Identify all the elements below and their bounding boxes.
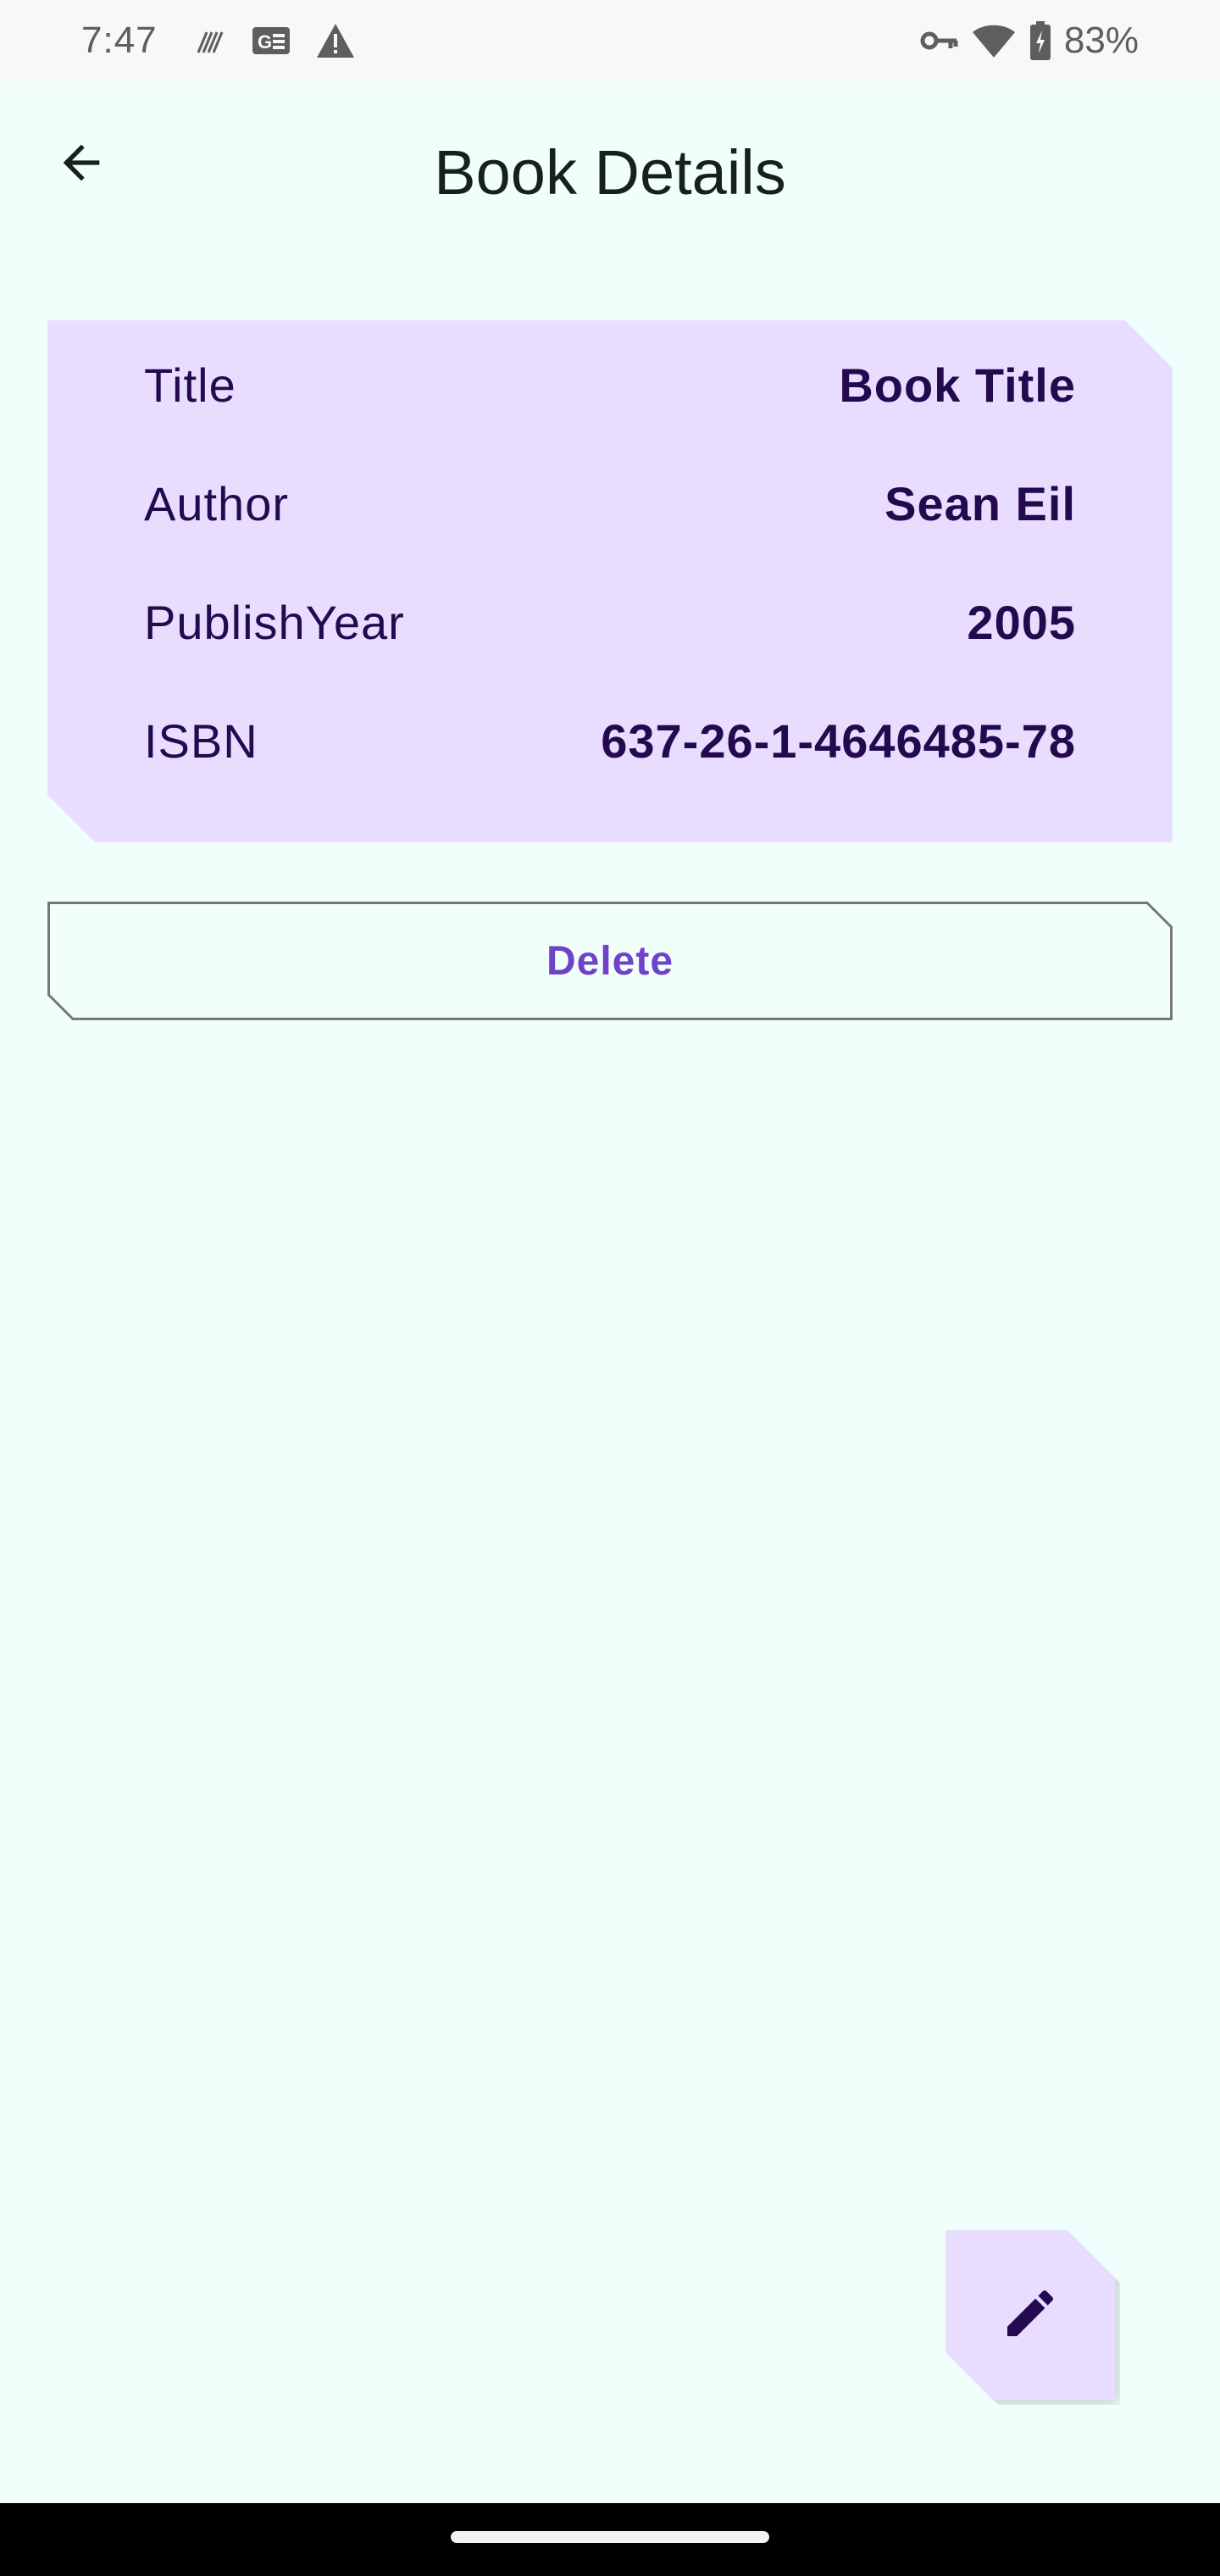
delete-button-label: Delete (546, 938, 674, 984)
publish-year-value: 2005 (967, 595, 1076, 649)
vpn-key-icon (920, 28, 959, 53)
svg-text:G: G (258, 31, 272, 53)
author-value: Sean Eil (884, 476, 1076, 530)
signal-stripes-icon (193, 24, 227, 58)
battery-percent: 83% (1063, 19, 1139, 61)
home-indicator[interactable] (451, 2531, 769, 2543)
delete-button[interactable]: Delete (47, 902, 1173, 1020)
detail-row-isbn: ISBN 637-26-1-4646485-78 (144, 707, 1076, 774)
edit-pencil-icon (1000, 2283, 1061, 2348)
warning-icon (315, 22, 356, 59)
title-label: Title (144, 358, 236, 412)
page-title: Book Details (434, 137, 786, 208)
status-right-icons: 83% (920, 15, 1139, 66)
ge-news-icon: G (251, 24, 291, 58)
book-details-card: Title Book Title Author Sean Eil Publish… (47, 320, 1173, 842)
status-left-icons: G (193, 20, 356, 61)
battery-charging-icon (1029, 20, 1052, 61)
isbn-value: 637-26-1-4646485-78 (601, 713, 1076, 768)
title-value: Book Title (839, 358, 1076, 412)
status-time: 7:47 (81, 19, 158, 61)
system-nav-bar (0, 2503, 1220, 2576)
edit-fab[interactable] (946, 2230, 1115, 2400)
top-app-bar: Book Details (0, 81, 1220, 271)
wifi-icon (971, 22, 1017, 59)
detail-row-author: Author Sean Eil (144, 469, 1076, 537)
publish-year-label: PublishYear (144, 595, 405, 649)
author-label: Author (144, 476, 289, 530)
detail-row-title: Title Book Title (144, 351, 1076, 419)
status-bar: 7:47 G 83% (0, 0, 1220, 81)
isbn-label: ISBN (144, 713, 258, 768)
detail-row-publish-year: PublishYear 2005 (144, 588, 1076, 656)
